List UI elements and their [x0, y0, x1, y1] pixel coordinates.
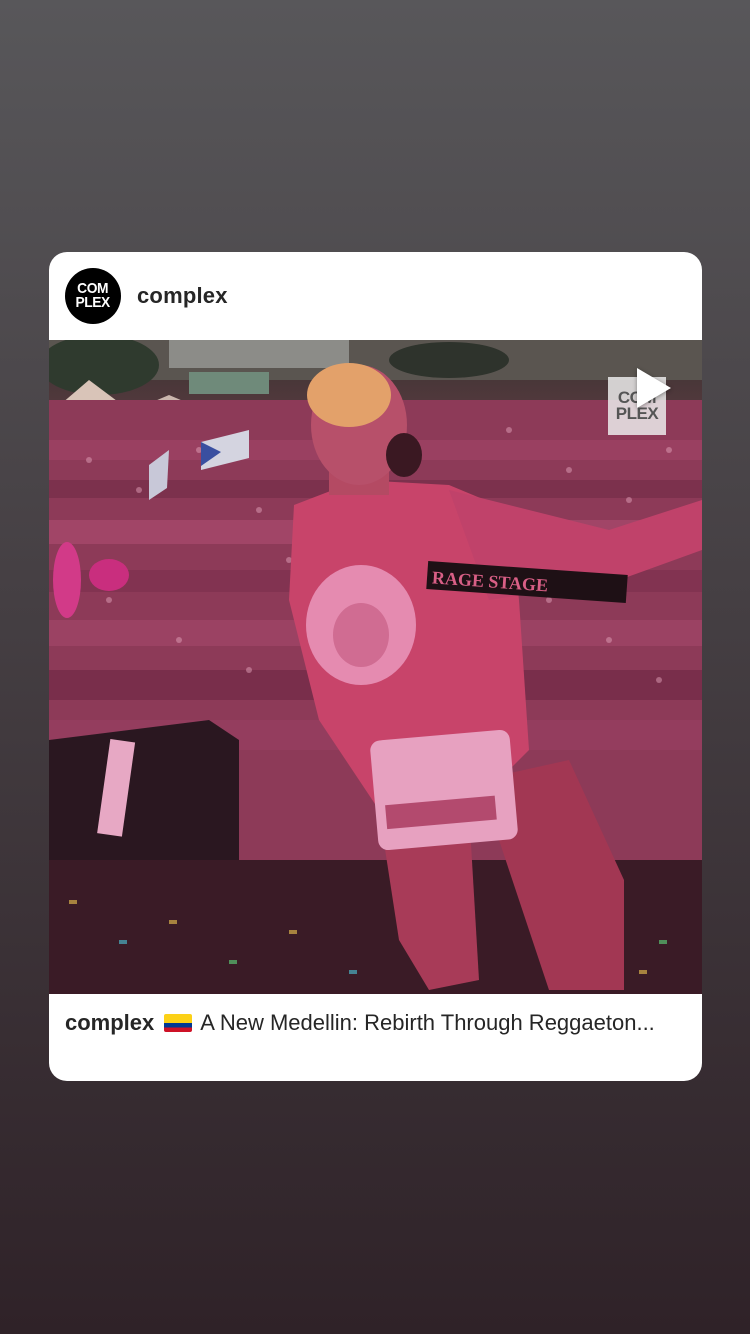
story-screen: { "post": { "avatar_text": "COM\nPLEX", …: [0, 0, 750, 1334]
post-header[interactable]: COM PLEX complex: [49, 252, 702, 340]
post-caption[interactable]: complex A New Medellin: Rebirth Through R…: [65, 1008, 685, 1037]
colombia-flag-icon: [164, 1014, 193, 1032]
caption-text: A New Medellin: Rebirth Through Reggaeto…: [200, 1010, 655, 1035]
post-username[interactable]: complex: [137, 283, 228, 309]
post-media-image[interactable]: RAGE STAGE COM PLEX: [49, 340, 702, 994]
concert-photo: RAGE STAGE: [49, 340, 702, 994]
shared-post-card[interactable]: COM PLEX complex RAGE STAGE COM PLEX com…: [49, 252, 702, 1081]
avatar[interactable]: COM PLEX: [65, 268, 121, 324]
caption-username[interactable]: complex: [65, 1010, 154, 1035]
avatar-logo-text: COM PLEX: [75, 280, 111, 311]
play-icon[interactable]: [637, 368, 671, 408]
